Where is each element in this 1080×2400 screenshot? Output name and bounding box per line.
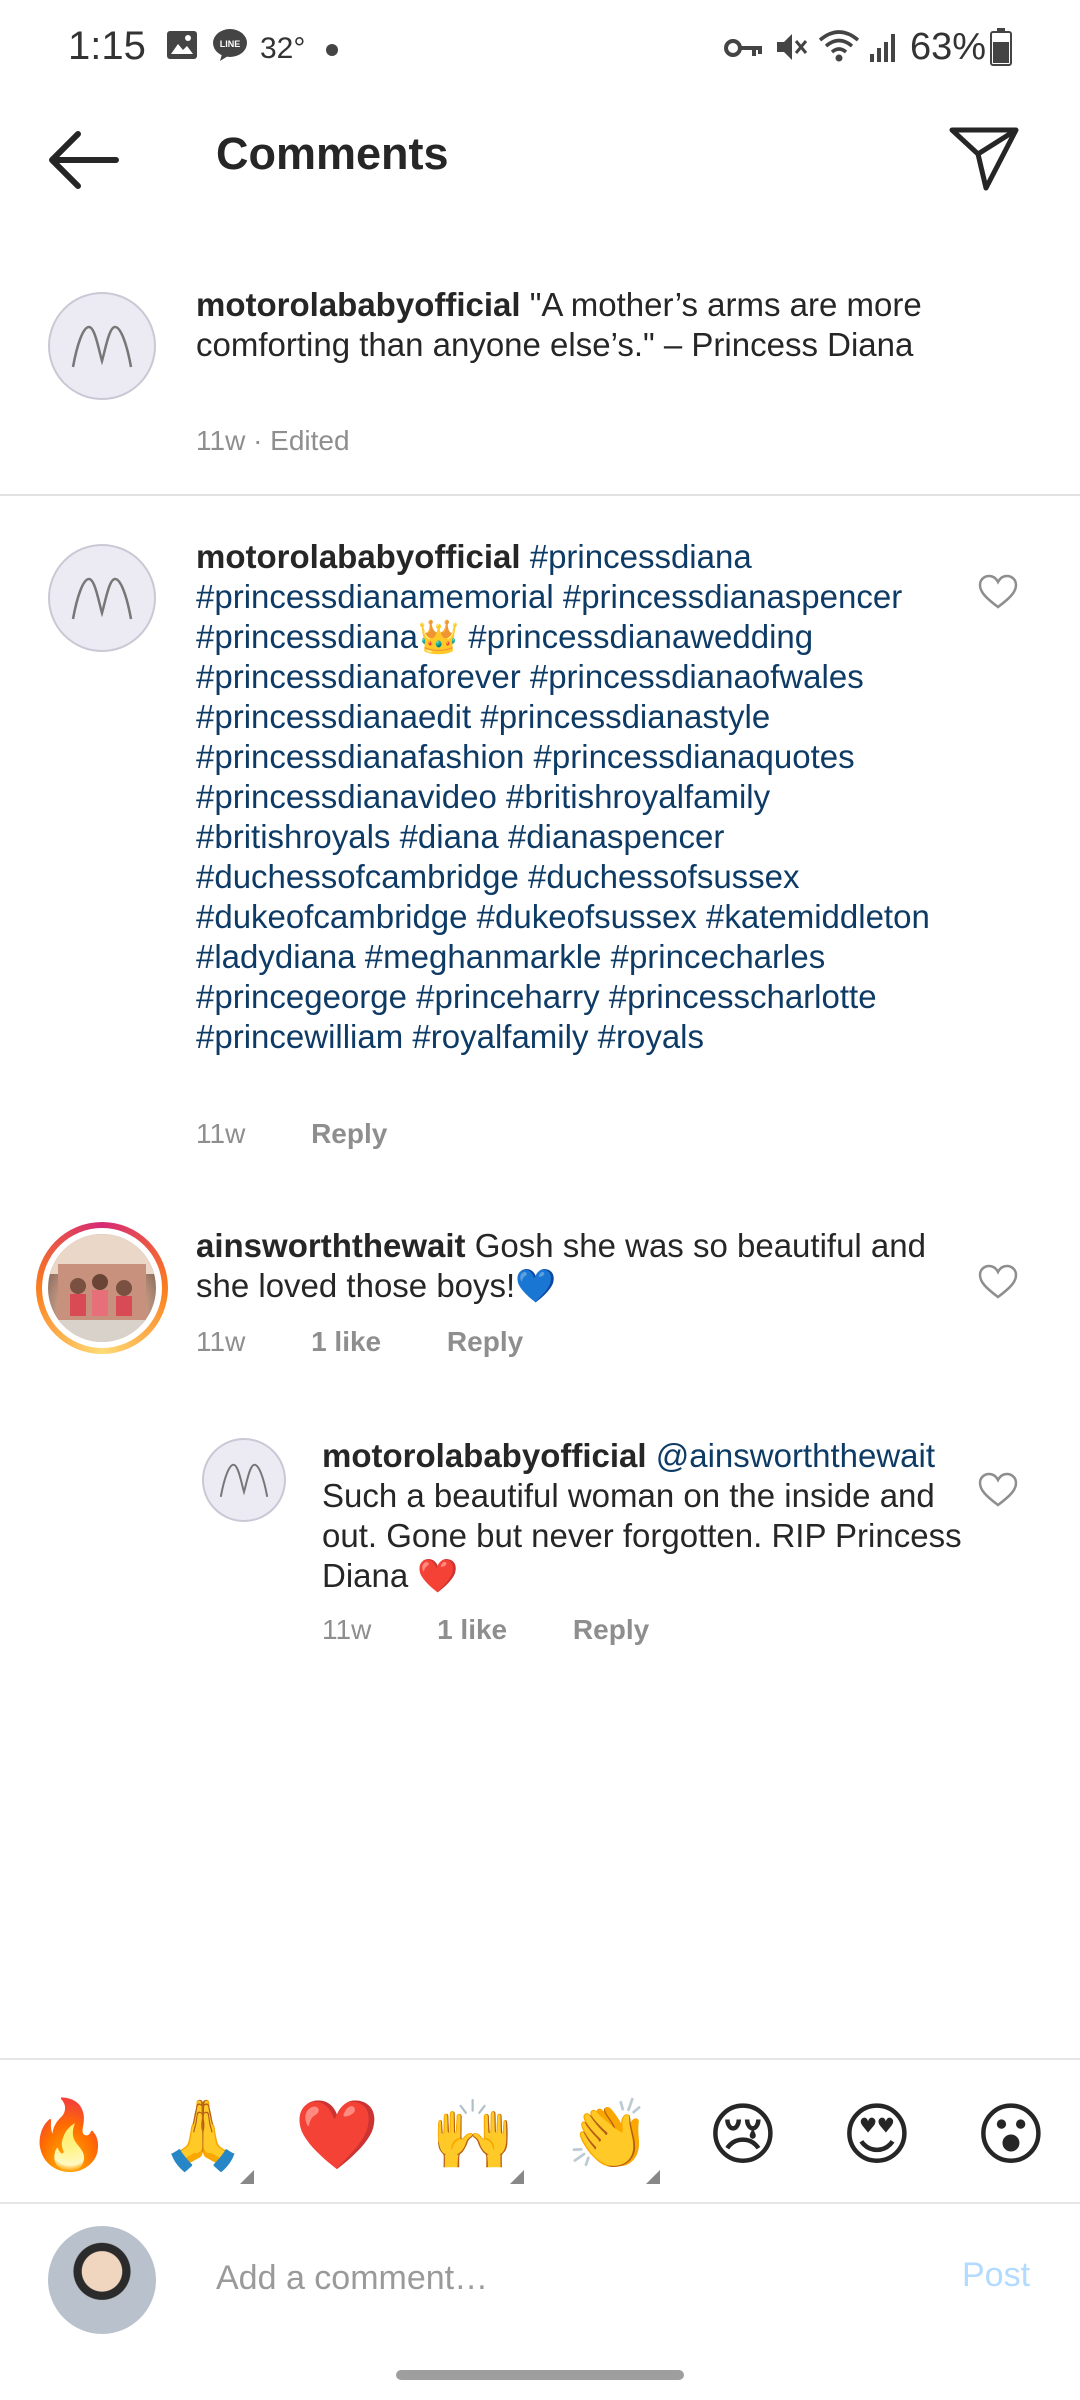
back-arrow-icon[interactable]	[44, 128, 124, 192]
comment-avatar[interactable]	[48, 544, 156, 652]
reply-button[interactable]: Reply	[447, 1326, 523, 1357]
status-bar: 1:15 LINE 32° 63%	[0, 0, 1080, 100]
svg-text:LINE: LINE	[220, 39, 241, 49]
reply-username[interactable]: motorolababyofficial	[322, 1437, 647, 1474]
skin-tone-indicator	[240, 2170, 254, 2184]
like-heart-icon[interactable]	[978, 574, 1018, 610]
crying-emoji-button[interactable]: 😢	[698, 2090, 788, 2180]
comment-text-block: ainsworththewait Gosh she was so beautif…	[196, 1226, 956, 1306]
reply-button[interactable]: Reply	[573, 1614, 649, 1645]
caption-meta: 11w · Edited	[196, 425, 408, 457]
caption-username[interactable]: motorolababyofficial	[196, 286, 521, 323]
divider	[0, 494, 1080, 496]
signal-icon	[870, 34, 895, 62]
heart-eyes-emoji-button[interactable]: 😍	[832, 2090, 922, 2180]
battery-percent: 63%	[910, 26, 987, 68]
caption-avatar[interactable]	[48, 292, 156, 400]
avatar-photo	[48, 1234, 156, 1342]
motorola-logo-icon	[71, 325, 133, 368]
skin-tone-indicator	[510, 2170, 524, 2184]
fire-emoji-button[interactable]: 🔥	[24, 2090, 114, 2180]
reply-avatar[interactable]	[202, 1438, 286, 1522]
comments-screen: 1:15 LINE 32° 63% Comments motorolababyo…	[0, 0, 1080, 2400]
caption-time-edited: 11w · Edited	[196, 425, 350, 456]
comment-username[interactable]: ainsworththewait	[196, 1227, 466, 1264]
reply-text-block: motorolababyofficial @ainsworththewait S…	[322, 1436, 962, 1596]
battery-icon	[990, 28, 1012, 66]
reply-body: Such a beautiful woman on the inside and…	[322, 1477, 962, 1594]
gallery-icon	[167, 31, 197, 59]
motorola-logo-icon	[71, 577, 133, 620]
skin-tone-indicator	[646, 2170, 660, 2184]
reply-time: 11w	[322, 1614, 372, 1645]
notification-dot	[326, 44, 338, 56]
emoji-quick-bar: 🔥 🙏 ❤️ 🙌 👏 😢 😍 😮	[0, 2058, 1080, 2204]
avatar-inner	[42, 1228, 162, 1348]
likes-count[interactable]: 1 like	[311, 1326, 381, 1357]
wifi-icon	[818, 30, 860, 62]
caption-text-block: motorolababyofficial "A mother’s arms ar…	[196, 285, 956, 365]
comment-time: 11w	[196, 1118, 246, 1149]
status-temperature: 32°	[260, 32, 306, 65]
key-icon	[724, 39, 762, 57]
likes-count[interactable]: 1 like	[437, 1614, 507, 1645]
raised-hands-emoji-button[interactable]: 🙌	[428, 2090, 518, 2180]
story-ring-avatar[interactable]	[36, 1222, 168, 1354]
surprised-emoji-button[interactable]: 😮	[966, 2090, 1056, 2180]
header: Comments	[0, 100, 1080, 210]
clap-emoji-button[interactable]: 👏	[564, 2090, 654, 2180]
like-heart-icon[interactable]	[978, 1472, 1018, 1508]
comment-composer: Post	[0, 2206, 1080, 2356]
home-indicator[interactable]	[396, 2370, 684, 2380]
heart-emoji-button[interactable]: ❤️	[292, 2090, 382, 2180]
add-comment-input[interactable]	[216, 2248, 896, 2308]
comment-time: 11w	[196, 1326, 246, 1357]
like-heart-icon[interactable]	[978, 1264, 1018, 1300]
page-title: Comments	[216, 128, 449, 179]
line-icon: LINE	[213, 29, 247, 61]
reply-button[interactable]: Reply	[311, 1118, 387, 1149]
pray-emoji-button[interactable]: 🙏	[158, 2090, 248, 2180]
status-time: 1:15	[68, 24, 146, 68]
motorola-logo-icon	[219, 1463, 269, 1497]
comment-meta: 11w 1 like Reply	[196, 1326, 581, 1358]
comment-meta: 11w Reply	[196, 1118, 445, 1150]
reply-meta: 11w 1 like Reply	[322, 1614, 707, 1646]
post-button[interactable]: Post	[962, 2256, 1030, 2295]
mute-icon	[777, 34, 808, 60]
comment-hashtags[interactable]: #princessdiana #princessdianamemorial #p…	[196, 538, 930, 1055]
send-icon[interactable]	[946, 122, 1022, 194]
comment-text-block: motorolababyofficial #princessdiana #pri…	[196, 537, 936, 1057]
comment-username[interactable]: motorolababyofficial	[196, 538, 521, 575]
reply-mention[interactable]: @ainsworththewait	[656, 1437, 935, 1474]
family-photo-icon	[48, 1234, 156, 1342]
